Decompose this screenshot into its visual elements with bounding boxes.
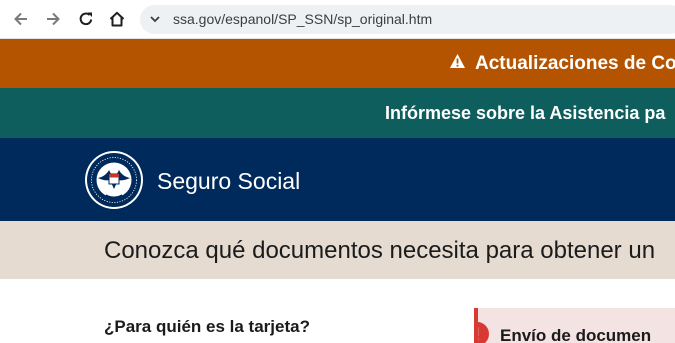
warning-icon [449, 53, 466, 74]
url-text[interactable]: ssa.gov/espanol/SP_SSN/sp_original.htm [173, 11, 432, 27]
back-arrow-icon[interactable] [10, 8, 32, 30]
browser-toolbar: ssa.gov/espanol/SP_SSN/sp_original.htm [0, 0, 675, 39]
ssa-seal-logo[interactable] [84, 150, 144, 215]
reload-icon[interactable] [75, 8, 97, 30]
site-title[interactable]: Seguro Social [157, 168, 300, 195]
alert-banner-updates-text[interactable]: Actualizaciones de Co [475, 53, 675, 75]
home-icon[interactable] [106, 8, 128, 30]
page-title-band: Conozca qué documentos necesita para obt… [0, 221, 675, 279]
document-notice: Envío de documen [474, 308, 675, 343]
document-notice-title: Envío de documen [500, 326, 652, 343]
error-icon [478, 321, 490, 343]
alert-banner-assistance-text[interactable]: Infórmese sobre la Asistencia pa [385, 103, 665, 124]
card-recipient-question: ¿Para quién es la tarjeta? [104, 317, 310, 336]
page-title: Conozca qué documentos necesita para obt… [104, 237, 656, 264]
site-settings-icon[interactable] [148, 12, 162, 31]
alert-banner-assistance[interactable]: Infórmese sobre la Asistencia pa [0, 88, 675, 138]
site-header: Seguro Social [0, 138, 675, 221]
address-bar[interactable]: ssa.gov/espanol/SP_SSN/sp_original.htm [140, 5, 675, 34]
alert-banner-updates[interactable]: Actualizaciones de Co [0, 39, 675, 88]
forward-arrow-icon[interactable] [42, 8, 64, 30]
